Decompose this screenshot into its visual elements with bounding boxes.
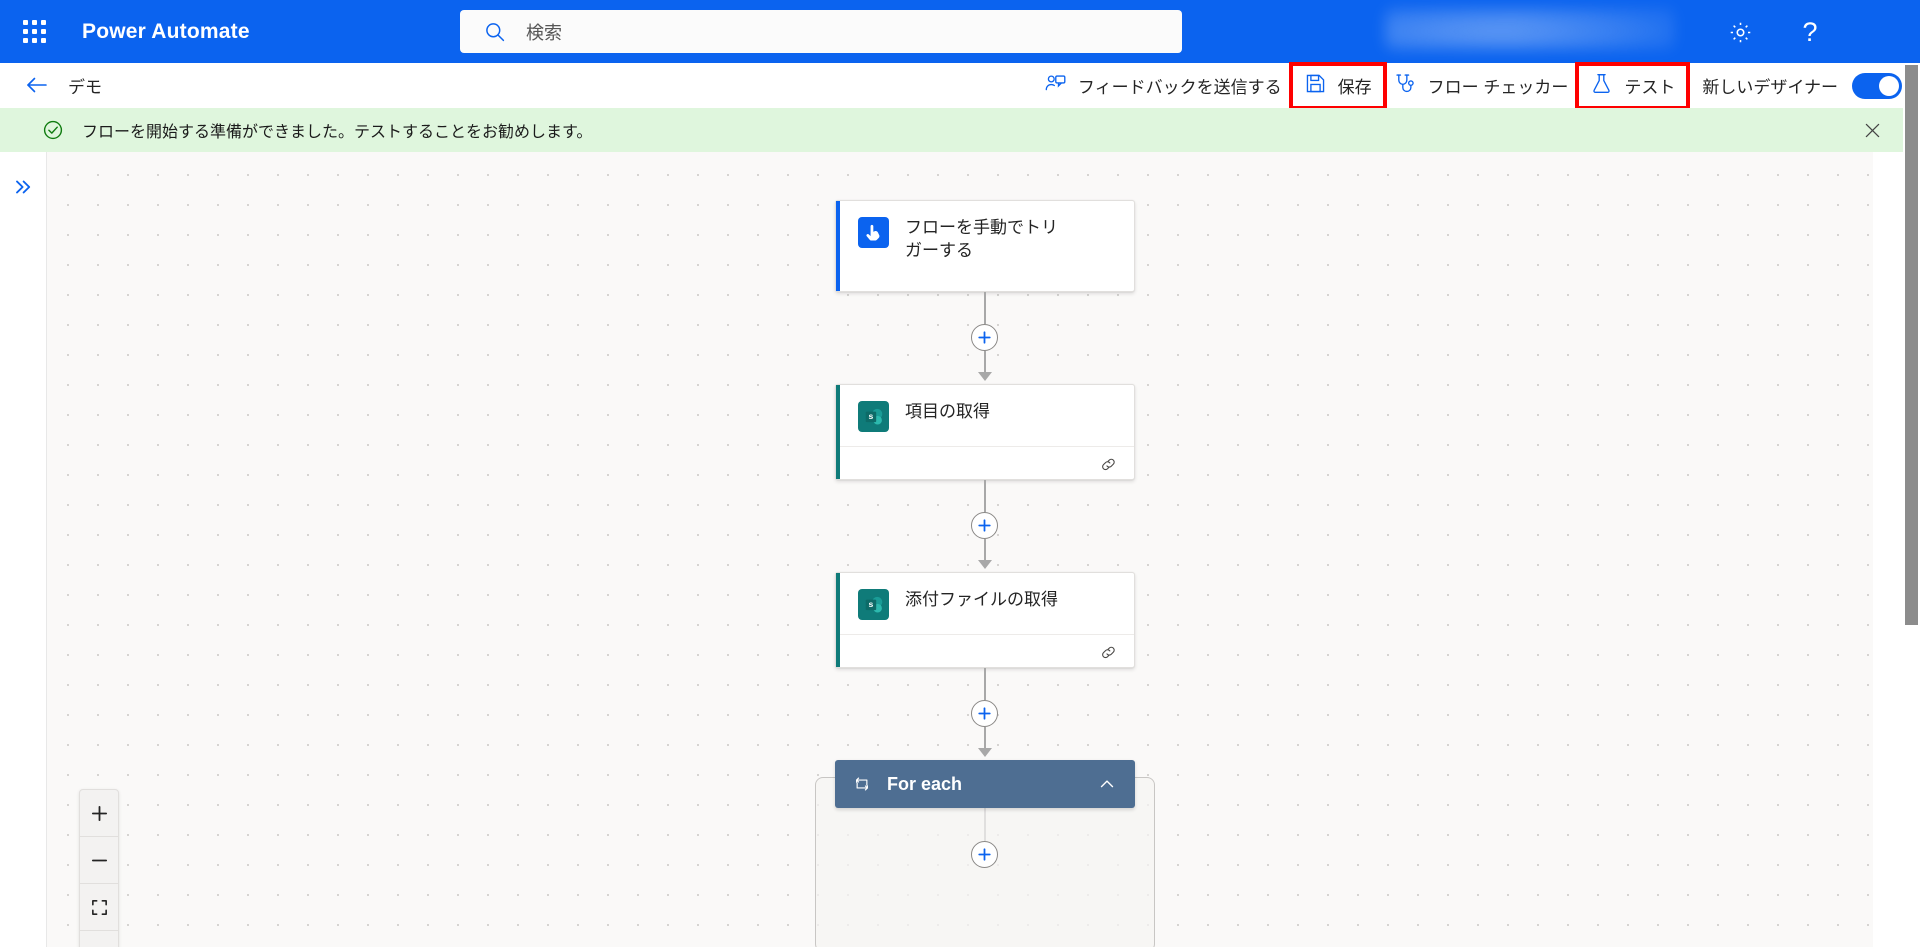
node-accent-bar: [836, 385, 840, 479]
new-designer-label: 新しいデザイナー: [1702, 73, 1838, 98]
save-button[interactable]: 保存: [1293, 66, 1383, 106]
manual-trigger-tap-icon: [858, 217, 889, 248]
back-arrow-icon[interactable]: [22, 70, 52, 100]
waffle-grid: [23, 20, 46, 43]
close-icon[interactable]: [1860, 118, 1884, 142]
chevron-up-icon[interactable]: [1097, 774, 1117, 794]
svg-text:s: s: [868, 411, 873, 421]
vertical-scrollbar[interactable]: [1903, 63, 1920, 947]
flow-checker-button[interactable]: フロー チェッカー: [1383, 66, 1580, 106]
feedback-person-icon: [1044, 72, 1067, 100]
connector-arrowhead: [978, 748, 992, 757]
flow-node-for-each[interactable]: For each: [835, 760, 1135, 808]
flask-icon: [1590, 72, 1613, 100]
test-label: テスト: [1624, 73, 1675, 98]
node-footer: [836, 446, 1134, 481]
link-chain-icon[interactable]: [1099, 643, 1118, 662]
flow-node-for-each-title: For each: [887, 774, 962, 795]
test-button[interactable]: テスト: [1579, 66, 1686, 106]
flow-node-get-attachments-title: 添付ファイルの取得: [905, 589, 1058, 612]
command-bar: デモ フィードバックを送信する: [0, 63, 1920, 108]
flow-node-trigger[interactable]: フローを手動でトリガーする: [835, 200, 1135, 292]
node-footer: [836, 634, 1134, 669]
link-chain-icon[interactable]: [1099, 455, 1118, 474]
send-feedback-label: フィードバックを送信する: [1078, 73, 1282, 98]
zoom-in-button[interactable]: [80, 790, 118, 837]
scrollbar-thumb[interactable]: [1905, 65, 1918, 625]
toggle-knob: [1879, 76, 1899, 96]
status-banner: フローを開始する準備ができました。テストすることをお勧めします。: [0, 108, 1920, 152]
search-icon: [484, 21, 506, 43]
top-brand-bar: Power Automate 検索 ?: [0, 0, 1920, 63]
node-accent-bar: [836, 573, 840, 667]
sharepoint-icon: s: [858, 401, 889, 432]
save-floppy-icon: [1304, 72, 1327, 100]
flow-checker-label: フロー チェッカー: [1428, 73, 1569, 98]
connector-arrowhead: [978, 560, 992, 569]
left-rail: [0, 152, 47, 947]
node-header: フローを手動でトリガーする: [836, 201, 1134, 276]
svg-text:s: s: [868, 599, 873, 609]
insert-step-button-1[interactable]: [971, 324, 998, 351]
flow-node-get-attachments[interactable]: s 添付ファイルの取得: [835, 572, 1135, 668]
fit-to-screen-button[interactable]: [80, 884, 118, 931]
connector-line: [984, 292, 986, 324]
connector-line: [984, 351, 986, 374]
node-header: s 添付ファイルの取得: [836, 573, 1134, 634]
new-designer-toggle[interactable]: [1852, 73, 1902, 99]
status-banner-message: フローを開始する準備ができました。テストすることをお勧めします。: [82, 118, 592, 142]
insert-step-button-2[interactable]: [971, 512, 998, 539]
node-header: s 項目の取得: [836, 385, 1134, 446]
flow-node-trigger-title: フローを手動でトリガーする: [905, 217, 1073, 262]
flow-node-get-items-title: 項目の取得: [905, 401, 990, 424]
save-label: 保存: [1338, 73, 1372, 98]
chevron-double-right-icon[interactable]: [10, 174, 36, 200]
insert-step-button-3[interactable]: [971, 700, 998, 727]
send-feedback-button[interactable]: フィードバックを送信する: [1033, 66, 1293, 106]
check-circle-icon: [42, 119, 64, 141]
app-launcher-waffle-icon[interactable]: [10, 0, 58, 63]
question-mark-icon[interactable]: ?: [1790, 12, 1830, 52]
flow-canvas[interactable]: フローを手動でトリガーする s: [47, 152, 1873, 947]
connector-line: [984, 668, 986, 700]
command-bar-actions: フィードバックを送信する 保存: [1033, 63, 1908, 108]
flow-node-get-items[interactable]: s 項目の取得: [835, 384, 1135, 480]
stethoscope-icon: [1394, 72, 1417, 100]
connector-line: [984, 727, 986, 750]
loop-repeat-icon: [853, 775, 871, 793]
reset-view-button[interactable]: [80, 931, 118, 947]
redacted-account-region: [1385, 8, 1675, 50]
connector-line: [984, 539, 986, 562]
connector-line: [984, 480, 986, 512]
app-title: Power Automate: [82, 20, 250, 44]
search-input[interactable]: 検索: [460, 10, 1182, 53]
insert-step-button-4[interactable]: [971, 841, 998, 868]
search-placeholder: 検索: [526, 19, 562, 45]
test-button-highlight: テスト: [1579, 66, 1686, 106]
connector-arrowhead: [978, 372, 992, 381]
gear-icon[interactable]: [1720, 12, 1760, 52]
page-title: デモ: [68, 73, 102, 98]
sharepoint-icon: s: [858, 589, 889, 620]
help-glyph: ?: [1802, 19, 1817, 46]
zoom-controls: [79, 789, 119, 947]
flow-designer-canvas-area: フローを手動でトリガーする s: [0, 152, 1920, 947]
node-accent-bar: [836, 201, 840, 291]
save-button-highlight: 保存: [1293, 66, 1383, 106]
zoom-out-button[interactable]: [80, 837, 118, 884]
